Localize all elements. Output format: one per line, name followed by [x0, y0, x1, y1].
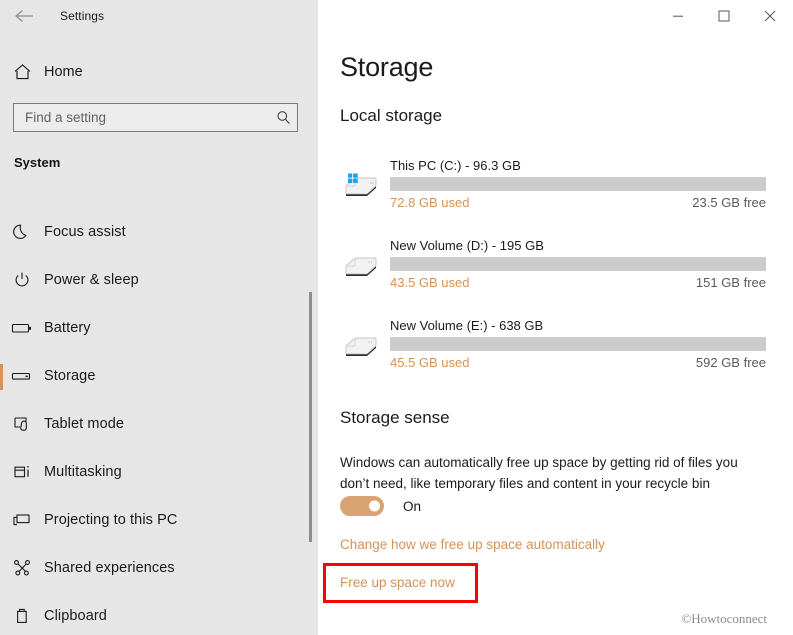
back-arrow-icon[interactable]	[4, 1, 44, 31]
storage-sense-heading: Storage sense	[340, 408, 450, 427]
drive-row[interactable]: This PC (C:) - 96.3 GB 72.8 GB used 23.5…	[340, 158, 786, 238]
power-icon	[0, 271, 44, 289]
search-icon[interactable]	[269, 104, 297, 131]
sidebar: Settings Home System	[0, 0, 318, 635]
share-icon	[0, 559, 44, 577]
sidebar-item-projecting[interactable]: Projecting to this PC	[0, 496, 300, 544]
selection-accent	[0, 412, 3, 438]
battery-icon	[0, 321, 44, 335]
sidebar-item-label: Tablet mode	[44, 416, 125, 432]
search-input[interactable]	[14, 104, 269, 131]
sidebar-item-storage[interactable]: Storage	[0, 352, 300, 400]
sidebar-item-tablet-mode[interactable]: Tablet mode	[0, 400, 300, 448]
sidebar-section-title: System	[14, 155, 61, 170]
window-controls	[655, 0, 793, 32]
maximize-icon[interactable]	[701, 0, 747, 32]
sidebar-item-home[interactable]: Home	[0, 56, 300, 88]
drive-icon	[340, 246, 384, 282]
sidebar-item-label-home: Home	[44, 64, 83, 80]
selection-accent	[0, 220, 3, 246]
sidebar-item-shared-experiences[interactable]: Shared experiences	[0, 544, 300, 592]
app-title: Settings	[60, 9, 105, 23]
main-content: Storage Local storage This PC (C:) - 96.…	[318, 0, 793, 635]
drive-usage-bar	[390, 177, 766, 191]
page-title: Storage	[340, 52, 434, 82]
sidebar-item-label: Clipboard	[44, 608, 107, 624]
local-storage-heading: Local storage	[340, 106, 443, 125]
selection-accent	[0, 364, 3, 390]
drive-name: This PC (C:) - 96.3 GB	[390, 158, 521, 173]
drive-free-label: 23.5 GB free	[692, 195, 766, 210]
close-icon[interactable]	[747, 0, 793, 32]
drive-usage-bar	[390, 257, 766, 271]
selection-accent	[0, 460, 3, 486]
windows-drive-icon	[340, 166, 384, 202]
scrollbar-thumb[interactable]	[309, 292, 312, 542]
toggle-knob	[369, 500, 380, 512]
sidebar-item-clipboard[interactable]: Clipboard	[0, 592, 300, 635]
project-icon	[0, 512, 44, 529]
storage-sense-description: Windows can automatically free up space …	[340, 455, 738, 491]
drive-name: New Volume (D:) - 195 GB	[390, 238, 544, 253]
moon-icon	[0, 223, 44, 241]
sidebar-item-multitasking[interactable]: Multitasking	[0, 448, 300, 496]
sidebar-scrollbar[interactable]	[309, 140, 312, 630]
drive-list: This PC (C:) - 96.3 GB 72.8 GB used 23.5…	[340, 158, 786, 398]
sidebar-item-battery[interactable]: Battery	[0, 304, 300, 352]
multitask-icon	[0, 463, 44, 481]
sidebar-item-label: Power & sleep	[44, 272, 139, 288]
selection-accent	[0, 508, 3, 534]
clipboard-icon	[0, 607, 44, 625]
watermark: ©Howtoconnect	[681, 611, 767, 626]
selection-accent	[0, 316, 3, 342]
search-box[interactable]	[13, 103, 298, 132]
sidebar-item-label: Projecting to this PC	[44, 512, 178, 528]
free-up-space-now-link[interactable]: Free up space now	[340, 575, 455, 590]
drive-free-label: 592 GB free	[695, 355, 766, 370]
drive-icon	[0, 369, 44, 383]
tablet-icon	[0, 415, 44, 433]
storage-sense-toggle[interactable]	[340, 496, 384, 516]
drive-row[interactable]: New Volume (E:) - 638 GB 45.5 GB used 59…	[340, 318, 786, 398]
drive-row[interactable]: New Volume (D:) - 195 GB 43.5 GB used 15…	[340, 238, 786, 318]
change-free-up-space-link[interactable]: Change how we free up space automaticall…	[340, 537, 605, 552]
storage-sense-toggle-row[interactable]: On	[340, 496, 421, 516]
selection-accent	[0, 556, 3, 582]
sidebar-item-label: Battery	[44, 320, 91, 336]
sidebar-nav-list: Focus assist Power & sleep Battery Stora…	[0, 208, 300, 635]
selection-accent	[0, 604, 3, 630]
drive-usage-bar	[390, 337, 766, 351]
sidebar-item-label: Multitasking	[44, 464, 122, 480]
drive-icon	[340, 326, 384, 362]
titlebar-left: Settings	[0, 0, 318, 32]
toggle-state-label: On	[403, 498, 422, 514]
sidebar-item-label: Shared experiences	[44, 560, 175, 576]
settings-window: Settings Home System	[0, 0, 793, 635]
sidebar-item-label: Storage	[44, 368, 96, 384]
minimize-icon[interactable]	[655, 0, 701, 32]
selection-accent	[0, 268, 3, 294]
sidebar-item-power-sleep[interactable]: Power & sleep	[0, 256, 300, 304]
sidebar-item-label: Focus assist	[44, 224, 126, 240]
drive-free-label: 151 GB free	[695, 275, 766, 290]
drive-name: New Volume (E:) - 638 GB	[390, 318, 544, 333]
home-icon	[0, 63, 44, 81]
sidebar-item-focus-assist[interactable]: Focus assist	[0, 208, 300, 256]
